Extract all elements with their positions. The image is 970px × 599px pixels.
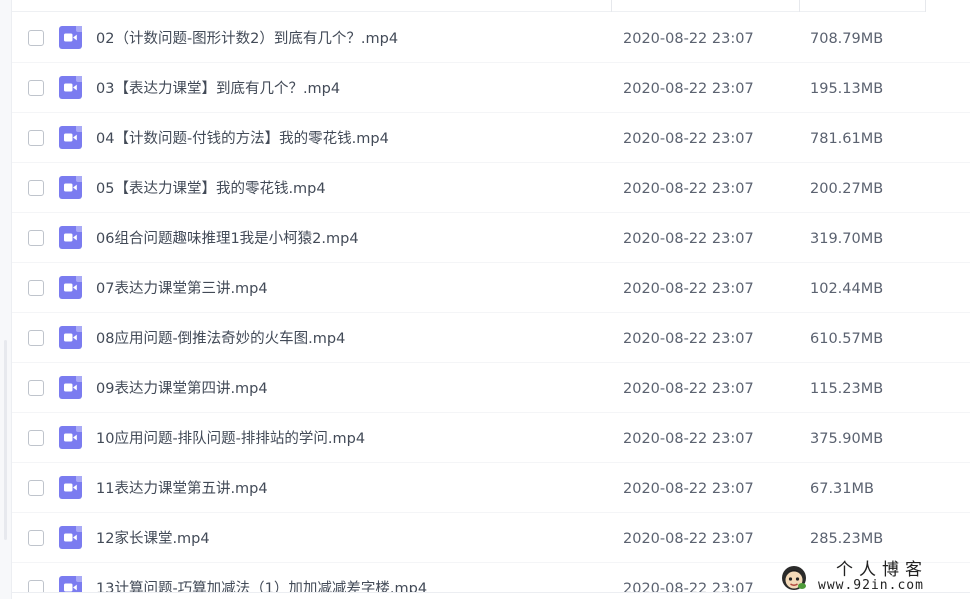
file-size: 195.13MB bbox=[810, 81, 884, 97]
file-row[interactable]: 10应用问题-排队问题-排排站的学问.mp4 2020-08-22 23:07 37… bbox=[12, 413, 970, 463]
file-name[interactable]: 07表达力课堂第三讲.mp4 bbox=[96, 279, 596, 299]
file-modified-date: 2020-08-22 23:07 bbox=[623, 281, 754, 297]
file-size: 285.23MB bbox=[810, 531, 884, 547]
file-modified-date: 2020-08-22 23:07 bbox=[623, 31, 754, 47]
watermark: 个人博客 www.92in.com bbox=[778, 559, 970, 599]
file-size: 115.23MB bbox=[810, 381, 884, 397]
file-modified-date: 2020-08-22 23:07 bbox=[623, 331, 754, 347]
file-name[interactable]: 12家长课堂.mp4 bbox=[96, 529, 596, 549]
video-file-icon bbox=[59, 476, 82, 499]
video-file-icon bbox=[59, 326, 82, 349]
video-file-icon bbox=[59, 276, 82, 299]
row-checkbox[interactable] bbox=[28, 180, 44, 196]
file-row[interactable]: 12家长课堂.mp4 2020-08-22 23:07 285.23MB bbox=[12, 513, 970, 563]
file-name[interactable]: 09表达力课堂第四讲.mp4 bbox=[96, 379, 596, 399]
watermark-url: www.92in.com bbox=[818, 578, 924, 593]
file-row[interactable]: 06组合问题趣味推理1我是小柯猿2.mp4 2020-08-22 23:07 319… bbox=[12, 213, 970, 263]
file-row[interactable]: 05【表达力课堂】我的零花钱.mp4 2020-08-22 23:07 200.27… bbox=[12, 163, 970, 213]
file-row[interactable]: 04【计数问题-付钱的方法】我的零花钱.mp4 2020-08-22 23:07 7… bbox=[12, 113, 970, 163]
row-checkbox[interactable] bbox=[28, 480, 44, 496]
column-separator-modified[interactable] bbox=[611, 0, 612, 12]
row-checkbox[interactable] bbox=[28, 380, 44, 396]
file-name[interactable]: 04【计数问题-付钱的方法】我的零花钱.mp4 bbox=[96, 129, 596, 149]
file-name[interactable]: 10应用问题-排队问题-排排站的学问.mp4 bbox=[96, 429, 596, 449]
file-size: 67.31MB bbox=[810, 481, 874, 497]
file-size: 102.44MB bbox=[810, 281, 884, 297]
cartoon-avatar-icon bbox=[782, 566, 806, 590]
file-row[interactable]: 02（计数问题-图形计数2）到底有几个？.mp4 2020-08-22 23:07… bbox=[12, 13, 970, 63]
file-size: 708.79MB bbox=[810, 31, 884, 47]
file-size: 319.70MB bbox=[810, 231, 884, 247]
video-file-icon bbox=[59, 26, 82, 49]
video-file-icon bbox=[59, 426, 82, 449]
row-checkbox[interactable] bbox=[28, 80, 44, 96]
video-file-icon bbox=[59, 76, 82, 99]
file-modified-date: 2020-08-22 23:07 bbox=[623, 131, 754, 147]
video-file-icon bbox=[59, 176, 82, 199]
file-name[interactable]: 11表达力课堂第五讲.mp4 bbox=[96, 479, 596, 499]
file-name[interactable]: 06组合问题趣味推理1我是小柯猿2.mp4 bbox=[96, 229, 596, 249]
sidebar-edge bbox=[0, 0, 12, 599]
file-modified-date: 2020-08-22 23:07 bbox=[623, 181, 754, 197]
video-file-icon bbox=[59, 126, 82, 149]
file-modified-date: 2020-08-22 23:07 bbox=[623, 481, 754, 497]
file-name[interactable]: 03【表达力课堂】到底有几个？.mp4 bbox=[96, 79, 596, 99]
file-row[interactable]: 09表达力课堂第四讲.mp4 2020-08-22 23:07 115.23MB bbox=[12, 363, 970, 413]
header-corner bbox=[925, 0, 970, 12]
file-modified-date: 2020-08-22 23:07 bbox=[623, 381, 754, 397]
file-size: 781.61MB bbox=[810, 131, 884, 147]
video-file-icon bbox=[59, 376, 82, 399]
row-checkbox[interactable] bbox=[28, 430, 44, 446]
row-checkbox[interactable] bbox=[28, 530, 44, 546]
file-size: 200.27MB bbox=[810, 181, 884, 197]
list-header bbox=[12, 0, 970, 12]
file-modified-date: 2020-08-22 23:07 bbox=[623, 431, 754, 447]
file-name[interactable]: 02（计数问题-图形计数2）到底有几个？.mp4 bbox=[96, 29, 596, 49]
file-row[interactable]: 07表达力课堂第三讲.mp4 2020-08-22 23:07 102.44MB bbox=[12, 263, 970, 313]
file-name[interactable]: 08应用问题-倒推法奇妙的火车图.mp4 bbox=[96, 329, 596, 349]
file-row[interactable]: 03【表达力课堂】到底有几个？.mp4 2020-08-22 23:07 195.1… bbox=[12, 63, 970, 113]
file-name[interactable]: 05【表达力课堂】我的零花钱.mp4 bbox=[96, 179, 596, 199]
file-list: 02（计数问题-图形计数2）到底有几个？.mp4 2020-08-22 23:07… bbox=[12, 13, 970, 599]
file-size: 610.57MB bbox=[810, 331, 884, 347]
scroll-track[interactable] bbox=[4, 340, 7, 540]
file-row[interactable]: 08应用问题-倒推法奇妙的火车图.mp4 2020-08-22 23:07 610.… bbox=[12, 313, 970, 363]
row-checkbox[interactable] bbox=[28, 330, 44, 346]
video-file-icon bbox=[59, 526, 82, 549]
row-checkbox[interactable] bbox=[28, 280, 44, 296]
file-size: 375.90MB bbox=[810, 431, 884, 447]
row-checkbox[interactable] bbox=[28, 230, 44, 246]
row-checkbox[interactable] bbox=[28, 130, 44, 146]
file-modified-date: 2020-08-22 23:07 bbox=[623, 231, 754, 247]
file-row[interactable]: 11表达力课堂第五讲.mp4 2020-08-22 23:07 67.31MB bbox=[12, 463, 970, 513]
file-manager-window: 02（计数问题-图形计数2）到底有几个？.mp4 2020-08-22 23:07… bbox=[0, 0, 970, 599]
file-modified-date: 2020-08-22 23:07 bbox=[623, 81, 754, 97]
video-file-icon bbox=[59, 226, 82, 249]
column-separator-size[interactable] bbox=[799, 0, 800, 12]
row-checkbox[interactable] bbox=[28, 30, 44, 46]
file-modified-date: 2020-08-22 23:07 bbox=[623, 531, 754, 547]
